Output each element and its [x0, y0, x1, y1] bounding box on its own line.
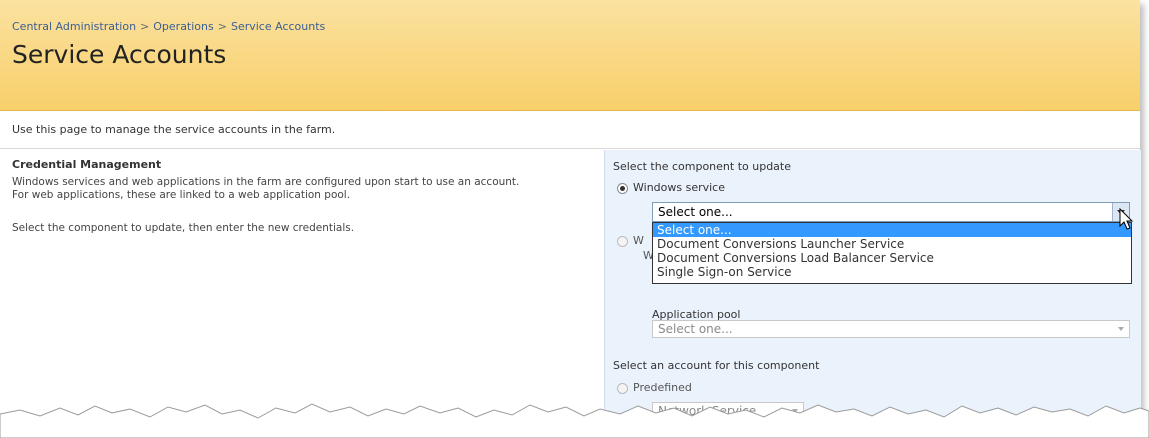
breadcrumb-service-accounts: Service Accounts [230, 20, 326, 33]
section-description-line2: For web applications, these are linked t… [12, 189, 351, 201]
dropdown-option[interactable]: Document Conversions Launcher Service [653, 237, 1131, 251]
dropdown-option[interactable]: Select one... [653, 223, 1131, 237]
component-heading: Select the component to update [613, 160, 792, 173]
page-frame: Central Administration > Operations > Servic… [0, 0, 1141, 438]
windows-service-select-value: Select one... [658, 205, 733, 219]
breadcrumb-separator: > [140, 20, 150, 33]
predefined-label: Predefined [633, 381, 692, 394]
windows-service-radio[interactable] [617, 183, 628, 194]
breadcrumb-separator: > [217, 20, 227, 33]
application-pool-select-value: Select one... [658, 322, 733, 336]
page-title: Service Accounts [12, 40, 227, 69]
page-description: Use this page to manage the service acco… [12, 123, 336, 136]
breadcrumb-operations[interactable]: Operations [153, 20, 213, 33]
torn-edge [0, 403, 1149, 438]
section-title: Credential Management [12, 158, 162, 171]
credential-management-section: Credential Management Windows services a… [12, 158, 602, 235]
web-application-label: W [633, 234, 644, 247]
section-description-line1: Windows services and web applications in… [12, 176, 520, 188]
account-heading: Select an account for this component [613, 359, 820, 372]
windows-service-select[interactable]: Select one... [652, 202, 1130, 222]
application-pool-select[interactable]: Select one... [652, 320, 1130, 338]
windows-service-label: Windows service [633, 181, 726, 194]
predefined-radio[interactable] [617, 383, 628, 394]
breadcrumb: Central Administration > Operations > Servic… [12, 20, 325, 33]
web-application-radio[interactable] [617, 236, 628, 247]
breadcrumb-central-admin[interactable]: Central Administration [12, 20, 136, 33]
chevron-down-icon[interactable] [1112, 321, 1129, 337]
section-instruction: Select the component to update, then ent… [12, 222, 355, 234]
component-panel: Select the component to update Windows s… [604, 150, 1141, 438]
page-header: Central Administration > Operations > Servic… [0, 0, 1140, 111]
service-dropdown-list[interactable]: Select one... Document Conversions Launc… [652, 222, 1132, 284]
dropdown-option[interactable]: Document Conversions Load Balancer Servi… [653, 251, 1131, 265]
mouse-cursor-icon [1119, 208, 1134, 230]
section-divider [0, 148, 1140, 149]
dropdown-option[interactable]: Single Sign-on Service [653, 265, 1131, 279]
